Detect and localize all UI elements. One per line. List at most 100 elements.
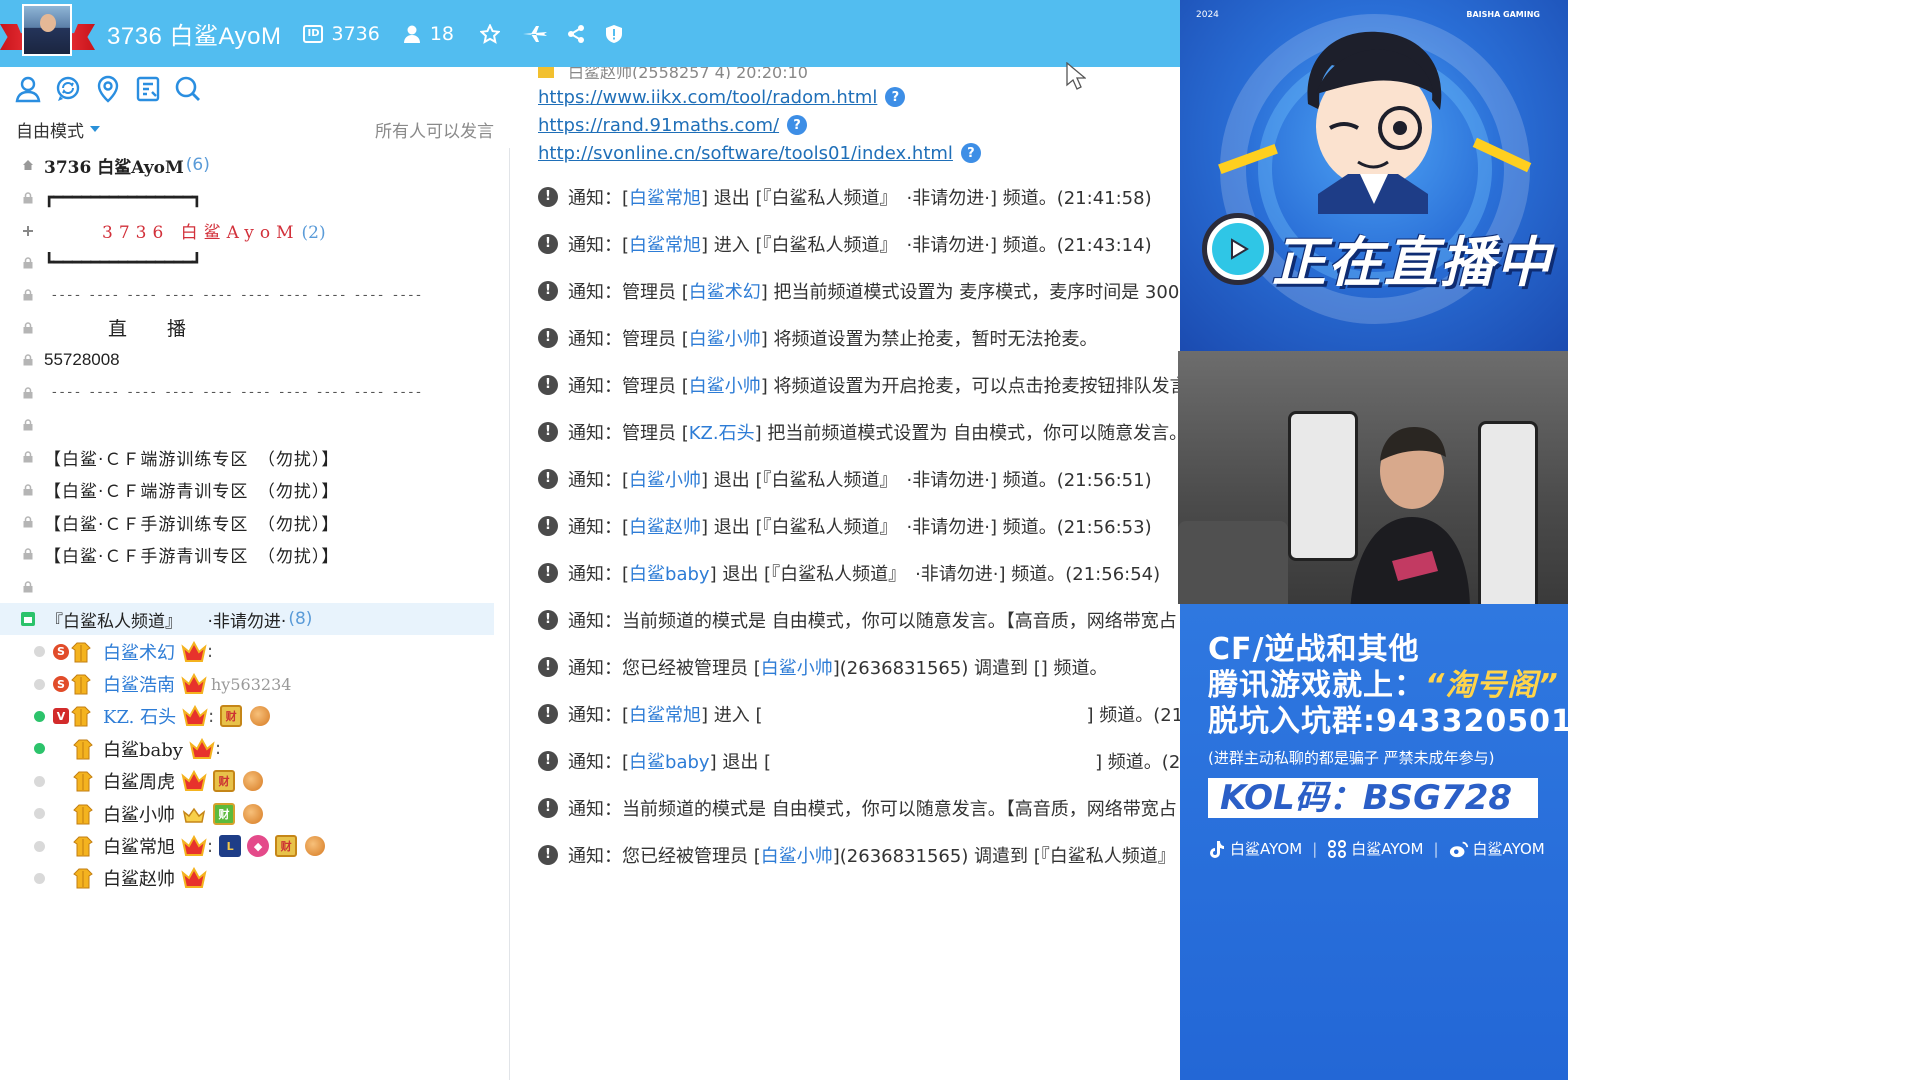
chat-area[interactable]: 白鲨赵帅(2558257 4) 20:20:10 https://www.iik… (512, 67, 1180, 1080)
frame-top: ┏━━━━━━━━━━━━━━━┓ (44, 188, 202, 209)
tree-channel[interactable]: 直播 (0, 312, 509, 344)
mode-select[interactable]: 自由模式 (16, 117, 100, 142)
notice-user-link[interactable]: 白鲨小帅 (689, 372, 761, 398)
report-shield-icon[interactable] (604, 24, 624, 44)
user-item[interactable]: 白鲨周虎 财 (0, 765, 509, 797)
user-item[interactable]: 白鲨常旭 : L ◆ 财 (0, 830, 509, 862)
notice-text: 通知：当前频道的模式是 自由模式，你可以随意发言。【高音质，网络带宽占 (568, 610, 1177, 632)
notice-user-link[interactable]: 白鲨小帅 (761, 654, 833, 680)
notice-text: ] 将频道设置为禁止抢麦，暂时无法抢麦。 (760, 328, 1098, 350)
notice-item: ! 通知：[白鲨常旭] 进入 [『白鲨私人频道』 ·非请勿进·] 频道。(21:4… (538, 220, 1180, 267)
notice-text: 通知：您已经被管理员 [ (568, 845, 761, 867)
user-badges (53, 738, 101, 760)
search-icon[interactable] (168, 69, 208, 109)
favorite-star-icon[interactable] (480, 23, 501, 44)
notice-item: ! 通知：管理员 [KZ.石头] 把当前频道模式设置为 自由模式，你可以随意发言。 (538, 408, 1180, 455)
notice-user-link[interactable]: 白鲨小帅 (689, 325, 761, 351)
gold-robe-icon (73, 835, 93, 857)
info-icon: ! (538, 468, 558, 489)
notice-user-link[interactable]: KZ.石头 (689, 419, 755, 445)
chat-link[interactable]: https://rand.91maths.com/ (538, 115, 779, 136)
user-item[interactable]: S 白鲨术幻 : (0, 635, 509, 667)
notice-text: 通知：[ (568, 234, 630, 256)
notice-text: 通知：[ (568, 563, 630, 585)
chat-link[interactable]: https://www.iikx.com/tool/radom.html (538, 87, 877, 108)
notice-item: ! 通知：管理员 [白鲨小帅] 将频道设置为开启抢麦，可以点击抢麦按钮排队发言 (538, 361, 1180, 408)
lock-icon (22, 386, 34, 399)
promo-line-text: 腾讯游戏就上： (1208, 668, 1425, 703)
user-name: KZ. 石头 (103, 707, 177, 729)
user-item[interactable]: V KZ. 石头 : 财 (0, 700, 509, 732)
frame-bottom: ┗━━━━━━━━━━━━━━━┛ (44, 252, 202, 273)
plane-icon[interactable] (522, 24, 548, 44)
crown-icon (181, 673, 207, 695)
user-item[interactable]: 白鲨赵帅 (0, 862, 509, 894)
info-icon: ! (538, 609, 558, 630)
help-icon[interactable]: ? (787, 115, 808, 135)
help-icon[interactable]: ? (960, 143, 981, 163)
location-icon[interactable] (88, 69, 128, 109)
lock-icon (22, 322, 34, 334)
notice-user-link[interactable]: 白鲨常旭 (629, 701, 701, 727)
notice-text: ] 把当前频道模式设置为 麦序模式，麦序时间是 300 秒 (760, 281, 1180, 303)
channel-title: 3736 白鲨AyoM (107, 23, 282, 50)
channel-avatar[interactable] (0, 0, 95, 67)
help-icon[interactable]: ? (885, 87, 906, 107)
notice-user-link[interactable]: 白鲨常旭 (629, 231, 701, 257)
user-item[interactable]: S 白鲨浩南 hy563234 (0, 668, 509, 700)
sub-channel-text: 3736 白鲨AyoM (102, 223, 300, 244)
tree-channel[interactable]: 【白鲨·ＣＦ端游训练专区 （勿扰）】 (0, 441, 509, 473)
info-icon: ! (538, 280, 558, 301)
tree-channel[interactable]: 55728008 (0, 344, 509, 376)
profile-icon[interactable] (8, 69, 48, 109)
coin-icon (250, 706, 271, 727)
tree-channel[interactable]: ┗━━━━━━━━━━━━━━━┛ (0, 247, 509, 279)
notice-text: ](2636831565) 调遣到 [『白鲨私人频道』 (832, 845, 1176, 867)
gold-robe-icon (73, 738, 93, 760)
tree-channel[interactable] (0, 571, 509, 603)
notice-item: ! 通知：您已经被管理员 [白鲨小帅](2636831565) 调遣到 [『白鲨私… (538, 831, 1180, 878)
notice-user-link[interactable]: 白鲨常旭 (629, 184, 701, 210)
notes-icon[interactable] (128, 69, 168, 109)
gold-robe-icon (73, 770, 93, 792)
share-icon[interactable] (566, 24, 586, 44)
notice-user-link[interactable]: 白鲨baby (629, 560, 710, 586)
coin-icon (243, 771, 263, 792)
notice-item: ! 通知：[白鲨小帅] 退出 [『白鲨私人频道』 ·非请勿进·] 频道。(21:5… (538, 455, 1180, 502)
home-icon (22, 159, 34, 171)
notice-user-link[interactable]: 白鲨baby (629, 748, 710, 774)
vip-badge-icon: V (53, 708, 69, 725)
user-item[interactable]: 白鲨小帅 财 (0, 797, 509, 829)
finance-medal-icon: 财 (213, 770, 235, 793)
notice-user-link[interactable]: 白鲨小帅 (629, 466, 701, 492)
chat-link[interactable]: http://svonline.cn/software/tools01/inde… (538, 143, 953, 164)
tree-channel[interactable]: ---- ---- ---- ---- ---- ---- ---- ---- … (0, 376, 509, 408)
gaming-chair (1478, 421, 1538, 604)
private-channel-name: 『白鲨私人频道』 ·非请勿进· (46, 611, 287, 632)
tree-channel-selected[interactable]: 『白鲨私人频道』 ·非请勿进· (8) (0, 603, 494, 636)
notice-user-link[interactable]: 白鲨赵帅 (629, 513, 701, 539)
id-icon: ID (303, 24, 324, 43)
tree-channel[interactable] (0, 409, 509, 441)
banner-year: 2024 (1196, 10, 1219, 20)
tree-channel[interactable]: 【白鲨·ＣＦ端游青训专区 （勿扰）】 (0, 474, 509, 506)
expand-plus-icon[interactable] (22, 225, 34, 237)
status-dot (34, 840, 45, 852)
social-handle: 白鲨AYOM (1472, 840, 1545, 858)
tree-channel[interactable]: 3736 白鲨AyoM (2) (0, 214, 509, 246)
tree-channel[interactable]: ---- ---- ---- ---- ---- ---- ---- ---- … (0, 279, 509, 311)
notice-text: ] 退出 [『白鲨私人频道』 ·非请勿进·] 频道。(21:56:53) (701, 516, 1152, 538)
user-item[interactable]: 白鲨baby : (0, 733, 509, 765)
tree-channel[interactable]: ┏━━━━━━━━━━━━━━━┓ (0, 182, 509, 214)
chat-sync-icon[interactable] (48, 69, 88, 109)
info-icon: ! (538, 421, 558, 442)
notice-user-link[interactable]: 白鲨术幻 (689, 278, 761, 304)
user-badges: V (53, 705, 101, 727)
chat-link-row: https://rand.91maths.com/ ? (538, 111, 1180, 139)
tree-root[interactable]: 3736 白鲨AyoM (6) (0, 148, 509, 182)
notice-user-link[interactable]: 白鲨小帅 (761, 842, 833, 868)
tree-channel[interactable]: 【白鲨·ＣＦ手游训练专区 （勿扰）】 (0, 506, 509, 538)
divider-dashes: ---- ---- ---- ---- ---- ---- ---- ---- … (52, 385, 424, 401)
channel-toolbar (0, 67, 510, 111)
tree-channel[interactable]: 【白鲨·ＣＦ手游青训专区 （勿扰）】 (0, 538, 509, 570)
